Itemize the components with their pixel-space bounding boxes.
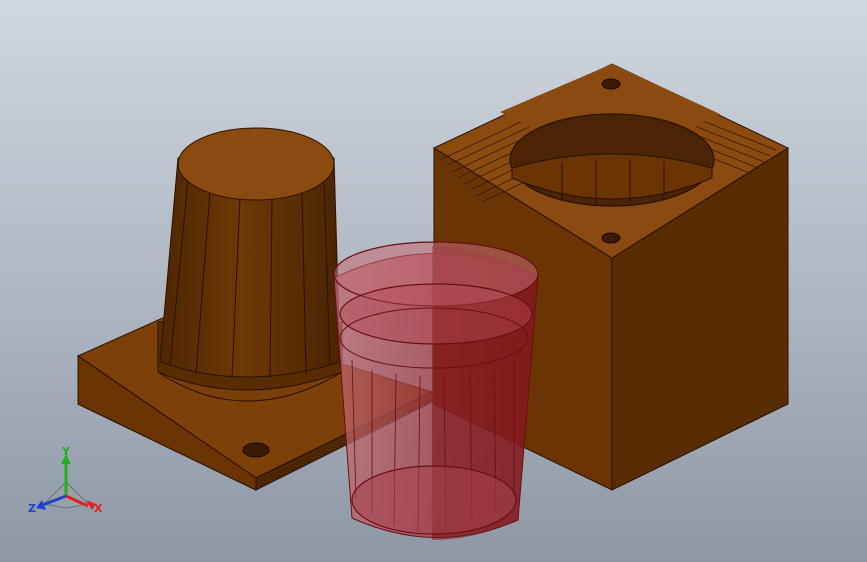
model-scene[interactable] [0, 0, 867, 562]
base-plate-hole [242, 442, 270, 458]
cup-bottom [351, 465, 517, 535]
graphics-viewport[interactable]: Y X Z [0, 0, 867, 562]
cup-part[interactable] [333, 241, 539, 540]
y-axis-label: Y [61, 446, 71, 458]
block-hole-front [601, 232, 621, 244]
core-top-cap [177, 127, 335, 201]
z-axis-label: Z [28, 502, 36, 515]
cup-rim-inner [339, 283, 533, 345]
coordinate-triad: Y X Z [28, 446, 103, 515]
block-hole-back [601, 78, 621, 90]
x-axis-label: X [94, 502, 103, 515]
